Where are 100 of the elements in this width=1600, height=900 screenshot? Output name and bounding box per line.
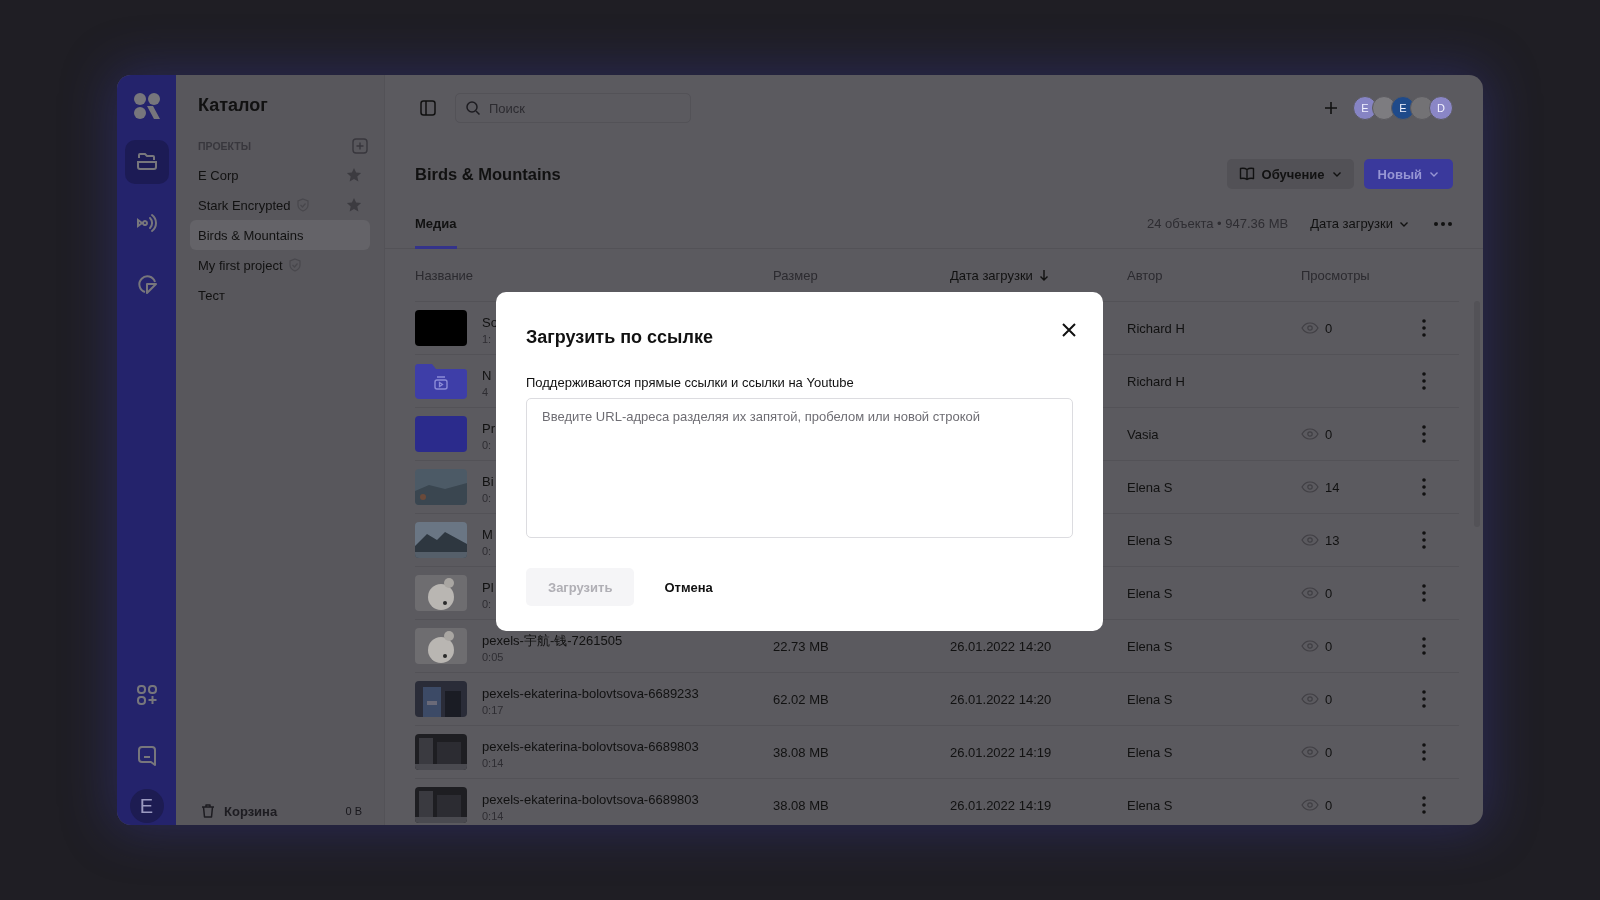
view-count: 0: [1325, 744, 1333, 760]
more-vertical-icon[interactable]: [1422, 584, 1426, 602]
file-size: 38.08 MB: [773, 797, 829, 813]
more-vertical-icon[interactable]: [1422, 796, 1426, 814]
more-vertical-icon[interactable]: [1422, 425, 1426, 443]
arrow-down-icon: [1038, 269, 1049, 281]
file-name[interactable]: Bi: [482, 474, 494, 489]
dialog-title: Загрузить по ссылке: [526, 327, 713, 348]
project-name: My first project: [198, 257, 283, 273]
author-name: Vasia: [1127, 426, 1159, 442]
upload-date: 26.01.2022 14:20: [950, 638, 1052, 654]
upload-date: 26.01.2022 14:20: [950, 691, 1052, 707]
field-label: Поддерживаются прямые ссылки и ссылки на Youtube: [526, 375, 855, 390]
project-item[interactable]: Birds & Mountains: [190, 220, 370, 250]
broadcast-icon: [134, 211, 159, 235]
trash-icon: [200, 803, 216, 819]
cancel-button[interactable]: Отмена: [642, 568, 735, 606]
url-input-field[interactable]: Введите URL-адреса разделяя их запятой, пробелом или новой строкой: [526, 398, 1073, 538]
file-size: 62.02 MB: [773, 691, 829, 707]
book-icon: [1238, 166, 1255, 182]
more-vertical-icon[interactable]: [1422, 690, 1426, 708]
project-name: E Corp: [198, 167, 239, 183]
author-name: Elena S: [1127, 479, 1173, 495]
project-name: Stark Encrypted: [198, 197, 291, 213]
upload-date: 26.01.2022 14:19: [950, 797, 1052, 813]
avatar[interactable]: [1410, 96, 1434, 120]
author-name: Elena S: [1127, 585, 1173, 601]
new-button[interactable]: Новый: [1363, 159, 1453, 189]
logo-icon: [132, 92, 161, 120]
author-name: Elena S: [1127, 744, 1173, 760]
search-icon: [465, 100, 481, 116]
eye-icon: [1301, 322, 1319, 334]
file-size: 38.08 MB: [773, 744, 829, 760]
more-icon[interactable]: [1433, 220, 1453, 227]
sidebar-title: Каталог: [197, 95, 269, 116]
avatar[interactable]: E: [1353, 96, 1377, 120]
file-name[interactable]: N: [482, 368, 492, 383]
star-icon[interactable]: [346, 197, 362, 213]
view-count: 0: [1325, 320, 1333, 336]
eye-icon: [1301, 746, 1319, 758]
eye-icon: [1301, 481, 1319, 493]
view-count: 0: [1325, 426, 1333, 442]
trash-size: 0 B: [345, 805, 362, 817]
view-count: 14: [1325, 479, 1340, 495]
author-name: Elena S: [1127, 797, 1173, 813]
sidebar-toggle-icon[interactable]: [419, 99, 437, 117]
avatar[interactable]: [1372, 96, 1396, 120]
view-count: 0: [1325, 638, 1333, 654]
file-name[interactable]: pexels-宇航-钱-7261505: [482, 633, 623, 648]
author-name: Elena S: [1127, 532, 1173, 548]
add-apps-icon: [134, 683, 159, 707]
file-size: 22.73 MB: [773, 638, 829, 654]
tab[interactable]: Медиа: [415, 198, 457, 249]
rail-button[interactable]: [124, 140, 169, 184]
column-header[interactable]: Дата загрузки: [950, 267, 1127, 283]
eye-icon: [1301, 587, 1319, 599]
file-name[interactable]: Pl: [482, 580, 494, 595]
sort-dropdown[interactable]: Дата загрузки: [1310, 216, 1409, 231]
avatar[interactable]: D: [1429, 96, 1453, 120]
author-name: Elena S: [1127, 691, 1173, 707]
eye-icon: [1301, 428, 1319, 440]
file-name[interactable]: pexels-ekaterina-bolovtsova-6689803: [482, 792, 699, 807]
plus-icon[interactable]: [1322, 99, 1340, 117]
file-name[interactable]: pexels-ekaterina-bolovtsova-6689803: [482, 739, 699, 754]
close-icon[interactable]: [1061, 322, 1077, 338]
view-count: 0: [1325, 691, 1333, 707]
project-item[interactable]: Stark Encrypted: [190, 190, 370, 220]
star-icon[interactable]: [346, 167, 362, 183]
author-name: Elena S: [1127, 638, 1173, 654]
more-vertical-icon[interactable]: [1422, 531, 1426, 549]
upload-date: 26.01.2022 14:19: [950, 744, 1052, 760]
file-name[interactable]: Pr: [482, 421, 495, 436]
project-item[interactable]: My first project: [190, 250, 370, 280]
eye-icon: [1301, 799, 1319, 811]
eye-icon: [1301, 640, 1319, 652]
author-name: Richard H: [1127, 373, 1185, 389]
project-name: Тест: [198, 287, 225, 303]
file-name[interactable]: M: [482, 527, 493, 542]
view-count: 13: [1325, 532, 1340, 548]
user-avatar[interactable]: E: [129, 789, 164, 823]
caret-icon: [1331, 169, 1342, 179]
caret-icon: [1429, 169, 1439, 179]
file-name[interactable]: pexels-ekaterina-bolovtsova-6689233: [482, 686, 699, 701]
tutorial-button[interactable]: Обучение: [1226, 159, 1354, 189]
more-vertical-icon[interactable]: [1422, 743, 1426, 761]
more-vertical-icon[interactable]: [1422, 637, 1426, 655]
eye-icon: [1301, 534, 1319, 546]
trash-link[interactable]: Корзина: [224, 803, 278, 819]
page-title: Birds & Mountains: [415, 164, 561, 184]
more-vertical-icon[interactable]: [1422, 478, 1426, 496]
more-vertical-icon[interactable]: [1422, 319, 1426, 337]
view-count: 0: [1325, 585, 1333, 601]
add-icon[interactable]: [352, 138, 368, 154]
avatar[interactable]: E: [1391, 96, 1415, 120]
more-vertical-icon[interactable]: [1422, 372, 1426, 390]
view-count: 0: [1325, 797, 1333, 813]
project-item[interactable]: E Corp: [190, 160, 370, 190]
project-item[interactable]: Тест: [190, 280, 370, 310]
eye-icon: [1301, 693, 1319, 705]
author-name: Richard H: [1127, 320, 1185, 336]
